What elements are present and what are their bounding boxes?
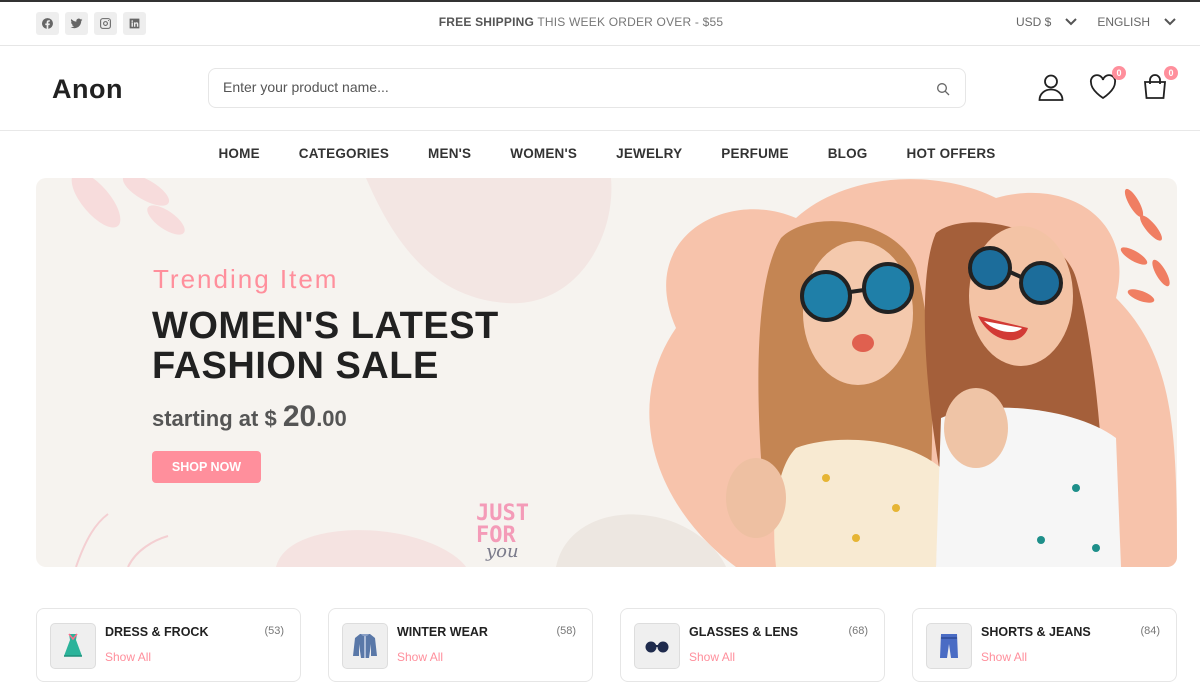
language-value: ENGLISH — [1097, 15, 1150, 29]
category-thumb — [634, 623, 680, 669]
category-count: (68) — [848, 625, 868, 637]
category-name: SHORTS & JEANS — [981, 625, 1091, 639]
jeans-icon — [940, 634, 958, 658]
locale-selectors: USD $ ENGLISH — [1016, 15, 1176, 29]
category-thumb — [926, 623, 972, 669]
art-line-just: JUST — [476, 501, 529, 526]
glasses-icon — [645, 641, 669, 653]
site-logo[interactable]: Anon — [52, 74, 123, 105]
main-header: Anon 0 0 — [0, 46, 1200, 131]
category-card-dress[interactable]: DRESS & FROCK (53) Show All — [36, 608, 301, 682]
category-card-glasses[interactable]: GLASSES & LENS (68) Show All — [620, 608, 885, 682]
main-nav: HOME CATEGORIES MEN'S WOMEN'S JEWELRY PE… — [0, 131, 1200, 177]
shipping-highlight: FREE SHIPPING — [438, 15, 535, 29]
nav-item-mens[interactable]: MEN'S — [428, 131, 471, 177]
nav-item-categories[interactable]: CATEGORIES — [299, 131, 389, 177]
wishlist-button[interactable]: 0 — [1088, 66, 1126, 102]
chevron-down-icon — [1164, 18, 1176, 26]
category-name: DRESS & FROCK — [105, 625, 209, 639]
category-list: DRESS & FROCK (53) Show All WINTER WEAR … — [36, 608, 1177, 682]
shipping-detail: THIS WEEK ORDER OVER - $55 — [534, 15, 724, 29]
banner-title: WOMEN'S LATEST FASHION SALE — [152, 305, 499, 387]
account-button[interactable] — [1036, 72, 1066, 102]
price-prefix: starting at $ — [152, 406, 283, 431]
show-all-link[interactable]: Show All — [981, 650, 1027, 664]
hero-banner: Trending Item WOMEN'S LATEST FASHION SAL… — [36, 178, 1177, 567]
header-actions: 0 0 — [1036, 66, 1178, 102]
category-thumb — [50, 623, 96, 669]
currency-select[interactable]: USD $ — [1015, 15, 1078, 29]
cart-count-badge: 0 — [1164, 66, 1178, 80]
nav-item-womens[interactable]: WOMEN'S — [510, 131, 577, 177]
category-name: WINTER WEAR — [397, 625, 488, 639]
chevron-down-icon — [1065, 18, 1078, 26]
shipping-notice: FREE SHIPPING THIS WEEK ORDER OVER - $55 — [0, 15, 1162, 29]
search-icon[interactable] — [935, 81, 951, 97]
user-icon — [1038, 74, 1064, 101]
price-cents: .00 — [316, 406, 347, 431]
show-all-link[interactable]: Show All — [397, 650, 443, 664]
coat-icon — [353, 634, 377, 658]
nav-item-hot-offers[interactable]: HOT OFFERS — [907, 131, 996, 177]
wishlist-count-badge: 0 — [1112, 66, 1126, 80]
category-thumb — [342, 623, 388, 669]
category-card-shorts[interactable]: SHORTS & JEANS (84) Show All — [912, 608, 1177, 682]
language-select[interactable]: ENGLISH — [1097, 15, 1176, 29]
just-for-you-art: JUST FOR you — [476, 501, 536, 563]
dress-icon — [64, 633, 82, 657]
show-all-link[interactable]: Show All — [105, 650, 151, 664]
nav-item-blog[interactable]: BLOG — [828, 131, 868, 177]
category-name: GLASSES & LENS — [689, 625, 799, 639]
price-whole: 20 — [282, 400, 317, 433]
nav-item-home[interactable]: HOME — [218, 131, 259, 177]
category-count: (53) — [264, 625, 284, 637]
art-line-you: you — [486, 541, 519, 562]
banner-subtitle: Trending Item — [153, 264, 339, 294]
nav-item-jewelry[interactable]: JEWELRY — [616, 131, 682, 177]
category-count: (58) — [556, 625, 576, 637]
cart-button[interactable]: 0 — [1140, 66, 1178, 102]
show-all-link[interactable]: Show All — [689, 650, 735, 664]
search-bar — [208, 68, 966, 108]
nav-item-perfume[interactable]: PERFUME — [721, 131, 788, 177]
search-input[interactable] — [223, 79, 903, 95]
category-count: (84) — [1140, 625, 1160, 637]
category-card-winter[interactable]: WINTER WEAR (58) Show All — [328, 608, 593, 682]
banner-price: starting at $ 20.00 — [152, 400, 347, 434]
shop-now-button[interactable]: SHOP NOW — [152, 451, 261, 483]
top-bar: FREE SHIPPING THIS WEEK ORDER OVER - $55… — [0, 0, 1200, 46]
currency-value: USD $ — [1015, 15, 1052, 29]
